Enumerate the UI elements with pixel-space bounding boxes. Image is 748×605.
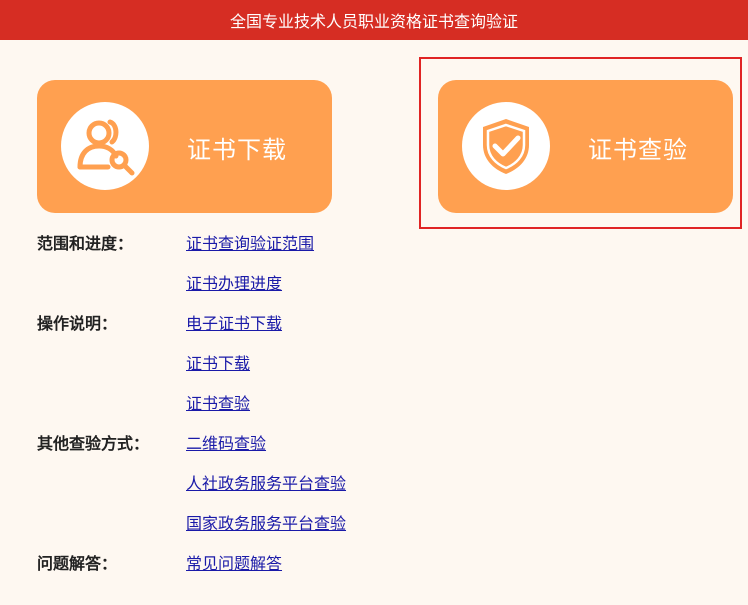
link-certificate-verify[interactable]: 证书查验 (186, 390, 250, 414)
header-bar: 全国专业技术人员职业资格证书查询验证 (0, 0, 748, 40)
link-qrcode-verify[interactable]: 二维码查验 (186, 430, 266, 454)
certificate-download-button[interactable]: 证书下载 (37, 80, 332, 213)
card-icon-circle (61, 102, 149, 190)
certificate-verify-label: 证书查验 (588, 136, 688, 164)
user-search-icon (77, 119, 135, 176)
card-icon-circle (462, 102, 550, 190)
link-e-certificate-download[interactable]: 电子证书下载 (186, 310, 282, 334)
link-hrss-platform-verify[interactable]: 人社政务服务平台查验 (186, 470, 346, 494)
faq-label: 问题解答： (37, 554, 118, 573)
other-methods-label: 其他查验方式： (37, 434, 150, 453)
page-title: 全国专业技术人员职业资格证书查询验证 (229, 12, 518, 31)
link-processing-progress[interactable]: 证书办理进度 (186, 270, 282, 294)
link-faq[interactable]: 常见问题解答 (186, 550, 282, 574)
certificate-download-label: 证书下载 (187, 136, 287, 164)
link-national-platform-verify[interactable]: 国家政务服务平台查验 (186, 510, 346, 534)
link-verify-scope[interactable]: 证书查询验证范围 (186, 230, 314, 254)
scope-progress-label: 范围和进度： (37, 234, 134, 253)
certificate-verify-button[interactable]: 证书查验 (438, 80, 733, 213)
link-certificate-download[interactable]: 证书下载 (186, 350, 250, 374)
shield-check-icon (483, 119, 529, 174)
instructions-label: 操作说明： (37, 314, 118, 333)
